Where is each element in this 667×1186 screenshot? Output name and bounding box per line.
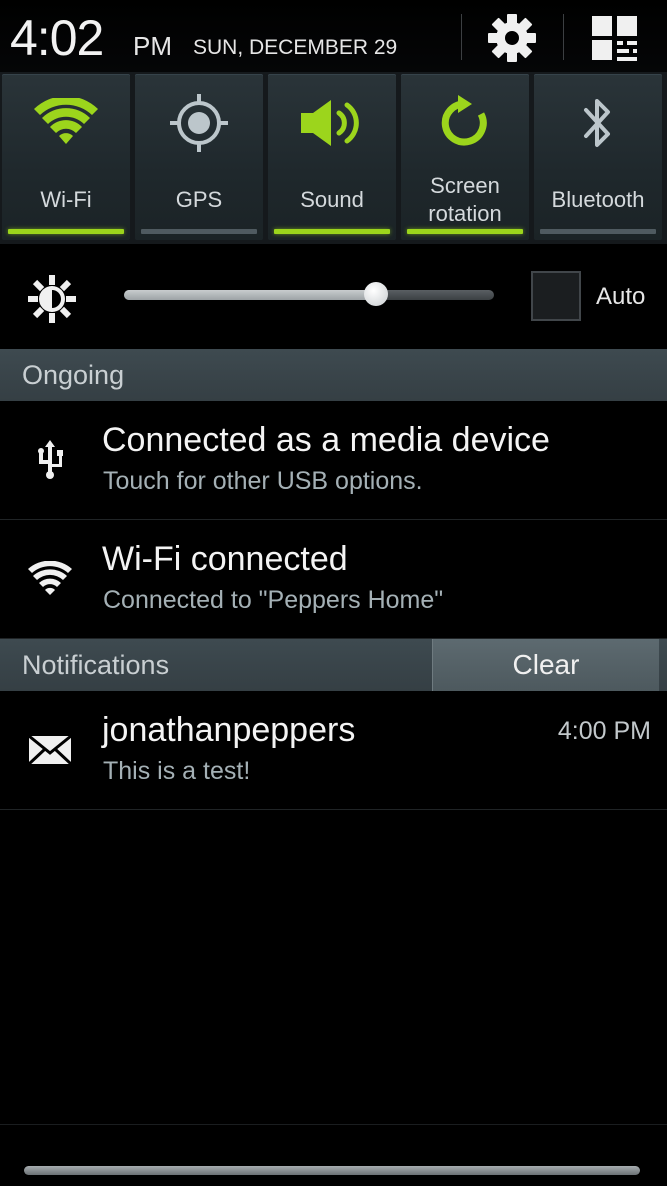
- toggle-gps[interactable]: GPS: [135, 74, 263, 240]
- toggle-sound[interactable]: Sound: [268, 74, 396, 240]
- ongoing-header-label: Ongoing: [22, 360, 125, 390]
- drag-handle[interactable]: [24, 1166, 640, 1175]
- auto-brightness-label: Auto: [596, 283, 646, 310]
- clear-button[interactable]: Clear: [432, 639, 659, 691]
- notification-usb[interactable]: Connected as a media device Touch for ot…: [0, 401, 667, 520]
- clock-time: 4:02: [10, 10, 104, 66]
- settings-button[interactable]: [481, 10, 543, 66]
- sound-icon: [301, 100, 359, 146]
- header-divider: [563, 14, 564, 60]
- notification-subtitle: This is a test!: [103, 757, 251, 785]
- brightness-slider-fill: [124, 290, 376, 300]
- ongoing-header: Ongoing: [0, 349, 667, 401]
- notification-wifi[interactable]: Wi-Fi connected Connected to "Peppers Ho…: [0, 520, 667, 639]
- toggle-label: Bluetooth: [551, 187, 645, 212]
- toggle-indicator: [274, 229, 390, 234]
- header-divider: [461, 14, 462, 60]
- date-label: SUN, DECEMBER 29: [193, 36, 398, 59]
- panel-divider: [0, 1124, 667, 1125]
- rotation-icon: [441, 95, 487, 146]
- notification-subtitle: Touch for other USB options.: [103, 467, 423, 495]
- toggle-bluetooth[interactable]: Bluetooth: [534, 74, 662, 240]
- auto-brightness-checkbox[interactable]: [531, 271, 581, 321]
- toggle-indicator: [141, 229, 257, 234]
- wifi-icon: [34, 98, 98, 144]
- notification-subtitle: Connected to "Peppers Home": [103, 586, 444, 614]
- notification-title: Connected as a media device: [102, 421, 550, 459]
- quick-settings-panel-button[interactable]: [584, 10, 646, 66]
- brightness-slider-thumb[interactable]: [363, 282, 388, 306]
- toggle-screen-rotation[interactable]: Screen rotation: [401, 74, 529, 240]
- gps-icon: [170, 94, 228, 152]
- toggle-wifi[interactable]: Wi-Fi: [2, 74, 130, 240]
- status-header: 4:02 PM SUN, DECEMBER 29: [0, 0, 667, 72]
- toggle-label: GPS: [175, 187, 223, 212]
- clock-ampm: PM: [133, 31, 172, 61]
- toggle-indicator: [407, 229, 523, 234]
- gear-icon: [488, 14, 536, 62]
- toggle-label: Sound: [300, 187, 364, 212]
- notification-title: Wi-Fi connected: [102, 540, 348, 578]
- toggle-indicator: [8, 229, 124, 234]
- quick-toggles-panel: Wi-Fi GPS Sound Screen rotation Bluetoot…: [0, 72, 667, 244]
- notification-message[interactable]: jonathanpeppers This is a test! 4:00 PM: [0, 691, 667, 810]
- toggle-label: Screen rotation: [428, 173, 502, 226]
- bluetooth-icon: [584, 99, 610, 147]
- brightness-icon: [24, 271, 80, 332]
- notifications-header-label: Notifications: [22, 650, 170, 680]
- notification-time: 4:00 PM: [557, 717, 651, 745]
- wifi-icon: [22, 556, 78, 602]
- toggle-label: Wi-Fi: [40, 187, 92, 212]
- usb-icon: [22, 437, 78, 483]
- envelope-icon: [22, 727, 78, 773]
- notification-title: jonathanpeppers: [102, 711, 356, 749]
- grid-toggle-icon: [592, 16, 637, 61]
- notifications-header: Notifications Clear: [0, 639, 667, 691]
- toggle-indicator: [540, 229, 656, 234]
